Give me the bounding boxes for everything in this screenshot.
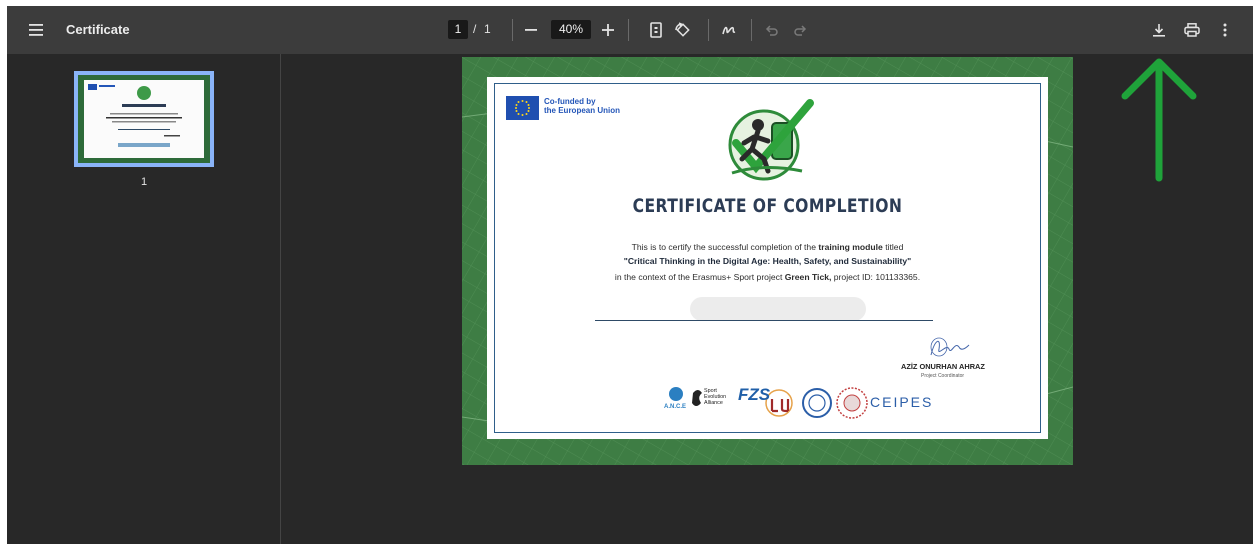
document-title: Certificate	[66, 22, 130, 37]
page-separator: /	[473, 22, 477, 36]
menu-icon[interactable]	[26, 20, 48, 40]
draw-icon[interactable]	[719, 20, 739, 40]
logo-ance-text: A.N.C.E	[664, 404, 687, 410]
page-total: 1	[484, 22, 491, 36]
certificate: Co-funded by the European Union CERTIFIC…	[487, 77, 1048, 439]
annotation-arrow-icon	[1121, 58, 1197, 182]
toolbar-divider	[628, 19, 629, 41]
line-1-text: This is to certify the successful comple…	[631, 242, 819, 252]
rotate-icon[interactable]	[672, 20, 692, 40]
eu-cofunded-text: Co-funded by the European Union	[544, 97, 654, 115]
undo-icon[interactable]	[763, 21, 781, 39]
logo-sea-line-3: Alliance	[704, 400, 723, 407]
logo-ceipes-text: CEIPES	[870, 394, 934, 410]
zoom-out-icon[interactable]	[521, 22, 541, 38]
toolbar-divider	[512, 19, 513, 41]
line-3-bold: Green Tick,	[784, 272, 832, 282]
line-1-end: titled	[882, 242, 904, 252]
coordinator-name: AZİZ ONURHAN AHRAZ	[901, 362, 985, 371]
document-viewer: Co-funded by the European Union CERTIFIC…	[282, 54, 1253, 544]
line-3-end: project ID: 101133365.	[831, 272, 921, 282]
redo-icon[interactable]	[791, 21, 809, 39]
more-options-icon[interactable]	[1217, 20, 1233, 40]
page-thumbnail[interactable]	[74, 71, 214, 167]
print-icon[interactable]	[1182, 20, 1202, 40]
coordinator-role: Project Coordinator	[921, 373, 965, 379]
thumbnail-page-number: 1	[141, 176, 148, 188]
certificate-heading: CERTIFICATE OF COMPLETION	[632, 195, 903, 217]
eu-line-2: the European Union	[544, 106, 620, 115]
recipient-name-line	[595, 320, 933, 321]
toolbar-divider	[751, 19, 752, 41]
line-1-bold: training module	[818, 242, 883, 252]
green-tick-runner-logo	[728, 99, 814, 181]
toolbar-divider	[708, 19, 709, 41]
certificate-line-1: This is to certify the successful comple…	[517, 242, 1018, 252]
thumbnail-page-preview	[84, 80, 204, 158]
zoom-level-input[interactable]: 40%	[551, 20, 591, 39]
logo-sea-text: Sport Evolution Alliance	[704, 388, 726, 407]
pdf-viewer-window: Certificate 1 / 1 40% 1 Co-funded by the…	[7, 6, 1253, 544]
pdf-page: Co-funded by the European Union CERTIFIC…	[462, 57, 1073, 465]
coordinator-signature	[930, 337, 970, 357]
download-icon[interactable]	[1149, 20, 1169, 40]
fit-page-icon[interactable]	[647, 20, 665, 40]
certificate-course-title: "Critical Thinking in the Digital Age: H…	[623, 256, 912, 266]
eu-line-1: Co-funded by	[544, 97, 596, 106]
toolbar: Certificate 1 / 1 40%	[7, 6, 1253, 54]
zoom-in-icon[interactable]	[599, 22, 617, 38]
partner-logos: A.N.C.E Sport Evolution Alliance FZS CEI…	[664, 385, 934, 421]
redacted-recipient-name	[690, 297, 866, 321]
thumbnail-sidebar: 1	[7, 54, 281, 544]
page-number-input[interactable]: 1	[448, 20, 468, 39]
logo-fzs-text: FZS	[738, 385, 771, 404]
line-3-text: in the context of the Erasmus+ Sport pro…	[614, 272, 785, 282]
eu-flag-icon	[506, 96, 539, 120]
certificate-line-3: in the context of the Erasmus+ Sport pro…	[517, 272, 1018, 282]
